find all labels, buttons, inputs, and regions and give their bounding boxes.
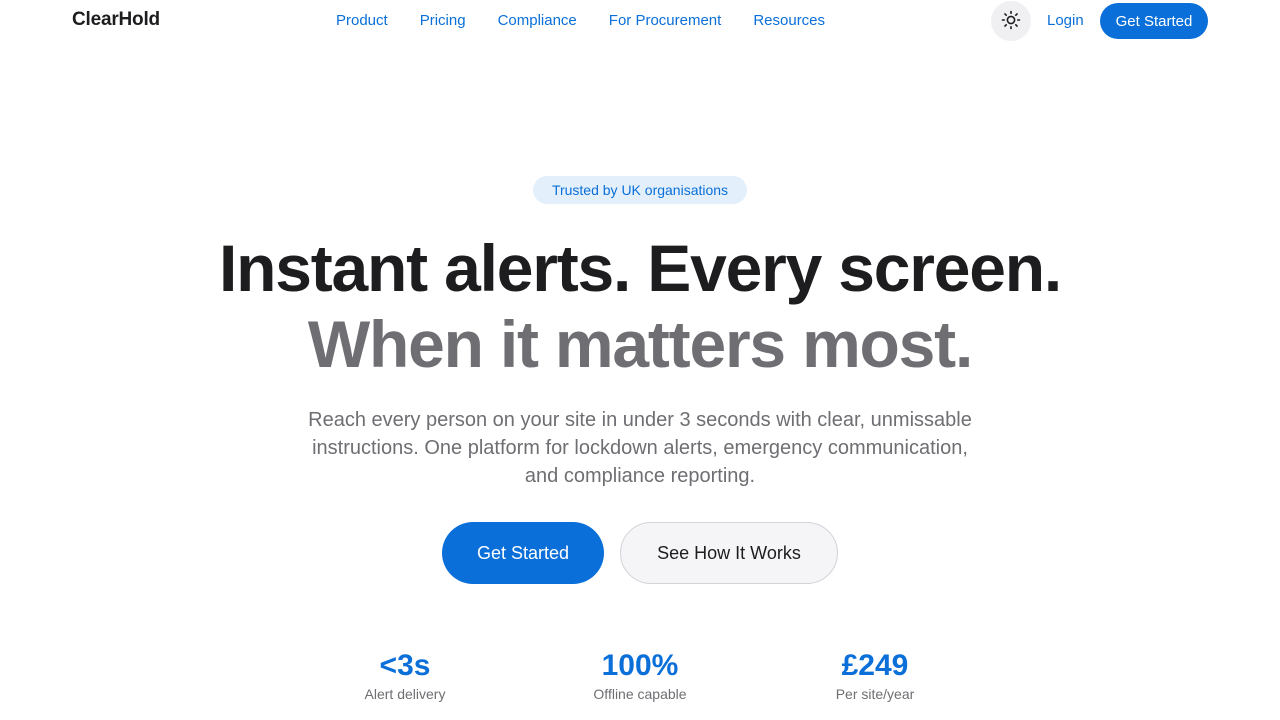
header-get-started-button[interactable]: Get Started: [1100, 3, 1208, 39]
stat-label: Per site/year: [835, 686, 915, 702]
get-started-button[interactable]: Get Started: [442, 522, 604, 584]
stat-value: 100%: [601, 649, 679, 682]
stat-label: Alert delivery: [364, 686, 446, 702]
hero-subheadline: When it matters most.: [307, 307, 973, 381]
theme-toggle-button[interactable]: [991, 1, 1031, 41]
stat-price: £249 Per site/year: [775, 648, 975, 704]
stat-alert-delivery: <3s Alert delivery: [305, 648, 505, 704]
stat-value: <3s: [379, 649, 431, 682]
stat-label: Offline capable: [593, 686, 687, 702]
nav-link-pricing[interactable]: Pricing: [420, 12, 466, 29]
stat-offline-capable: 100% Offline capable: [540, 648, 740, 704]
nav-link-resources[interactable]: Resources: [753, 12, 825, 29]
login-link[interactable]: Login: [1047, 12, 1084, 29]
nav-link-for-procurement[interactable]: For Procurement: [609, 12, 722, 29]
trust-badge: Trusted by UK organisations: [533, 176, 747, 204]
sun-icon: [1001, 10, 1021, 33]
hero-description: Reach every person on your site in under…: [308, 409, 972, 487]
nav-link-compliance[interactable]: Compliance: [498, 12, 577, 29]
top-navigation-bar: ClearHold Product Pricing Compliance For…: [0, 0, 1280, 42]
hero-headline: Instant alerts. Every screen.: [219, 231, 1062, 305]
brand-logo[interactable]: ClearHold: [72, 9, 160, 31]
landing-page: ClearHold Product Pricing Compliance For…: [0, 0, 1280, 720]
stat-value: £249: [841, 649, 909, 682]
nav-link-product[interactable]: Product: [336, 12, 388, 29]
main-nav: Product Pricing Compliance For Procureme…: [336, 12, 857, 29]
see-how-it-works-button[interactable]: See How It Works: [620, 522, 838, 584]
